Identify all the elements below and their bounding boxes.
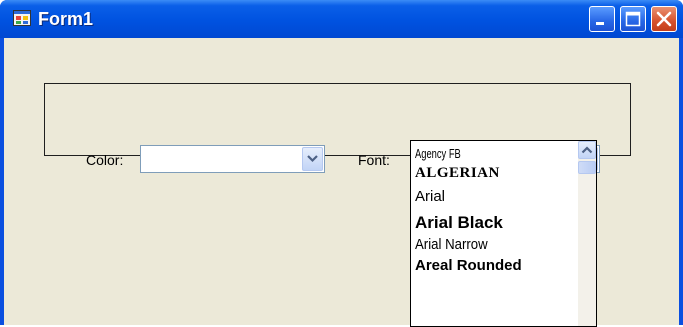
list-item[interactable]: Agency FB: [415, 146, 461, 161]
color-combobox[interactable]: [140, 145, 325, 173]
scroll-thumb[interactable]: [578, 161, 596, 174]
close-button[interactable]: [651, 6, 677, 32]
font-label: Font:: [358, 152, 390, 168]
form-icon: [13, 10, 31, 26]
color-label: Color:: [86, 152, 124, 168]
window-title: Form1: [38, 9, 94, 29]
chevron-down-icon: [307, 155, 318, 163]
maximize-icon: [625, 11, 641, 27]
minimize-icon: [596, 22, 604, 25]
list-item[interactable]: ALGERIAN: [415, 165, 500, 182]
title-bar[interactable]: Form1: [0, 0, 683, 38]
color-dropdown-button[interactable]: [302, 147, 323, 171]
vertical-scrollbar[interactable]: [578, 141, 596, 326]
list-item[interactable]: Arial Narrow: [415, 236, 488, 253]
scroll-up-button[interactable]: [578, 141, 596, 159]
chevron-up-icon: [581, 146, 593, 154]
list-item[interactable]: Arial: [415, 188, 445, 205]
maximize-button[interactable]: [620, 6, 646, 32]
font-dropdown-list[interactable]: Agency FB ALGERIAN Arial Arial Black Ari…: [410, 140, 597, 327]
list-item[interactable]: Arial Black: [415, 213, 503, 233]
minimize-button[interactable]: [589, 6, 615, 32]
list-item[interactable]: Areal Rounded: [415, 257, 522, 274]
close-icon: [656, 11, 672, 27]
